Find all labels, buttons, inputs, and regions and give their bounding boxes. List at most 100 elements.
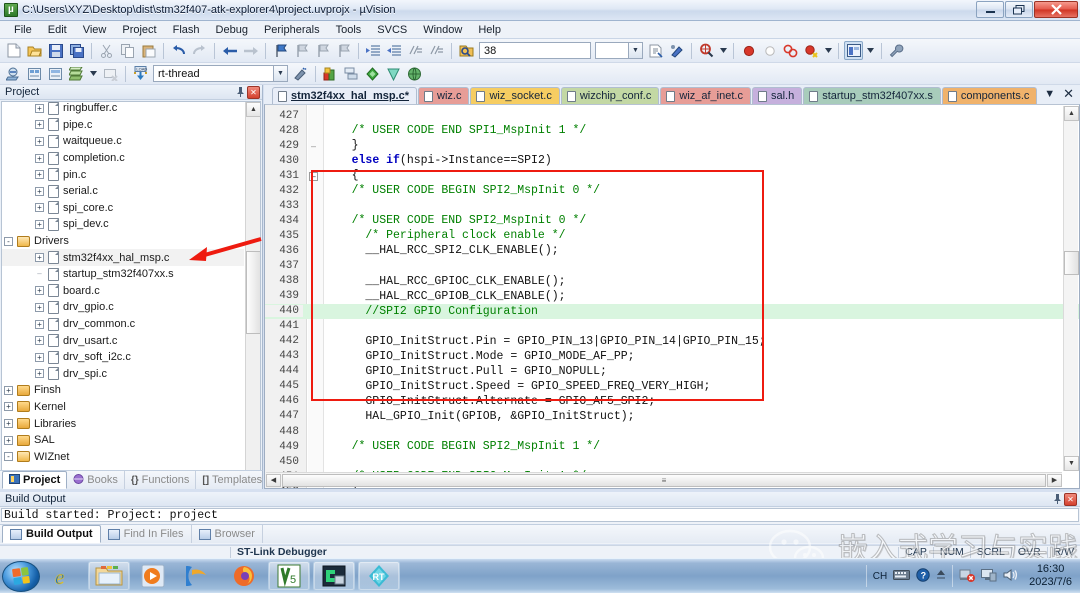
tree-item[interactable]: - Drivers — [2, 233, 244, 250]
fold-end-marker[interactable]: – — [303, 141, 324, 151]
breakpoint-disable-icon[interactable] — [760, 41, 779, 60]
pin-icon[interactable] — [1051, 493, 1064, 506]
maximize-button[interactable] — [1005, 1, 1033, 18]
editor-tab[interactable]: stm32f4xx_hal_msp.c* — [272, 87, 418, 104]
target-options-icon[interactable] — [291, 64, 310, 83]
menu-flash[interactable]: Flash — [165, 23, 208, 37]
close-icon[interactable]: ✕ — [247, 85, 260, 99]
rebuild-icon[interactable] — [46, 64, 65, 83]
tree-item[interactable]: + drv_spi.c — [2, 366, 244, 383]
tree-item[interactable]: + stm32f4xx_hal_msp.c — [2, 249, 244, 266]
indent-icon[interactable] — [364, 41, 383, 60]
tree-item[interactable]: + Kernel — [2, 399, 244, 416]
expand-icon[interactable]: + — [35, 170, 44, 180]
code-line[interactable]: 432 /* USER CODE BEGIN SPI2_MspInit 0 */ — [265, 183, 1079, 198]
editor-tab[interactable]: wiz_af_inet.c — [660, 87, 751, 104]
code-line[interactable]: 449 /* USER CODE BEGIN SPI2_MspInit 1 */ — [265, 439, 1079, 454]
bookmark-clear-icon[interactable] — [334, 41, 353, 60]
collapse-icon[interactable]: - — [4, 452, 13, 462]
menu-edit[interactable]: Edit — [40, 23, 75, 37]
code-line[interactable]: 427 — [265, 108, 1079, 123]
tree-item[interactable]: + spi_dev.c — [2, 216, 244, 233]
scroll-thumb[interactable] — [1064, 251, 1079, 275]
scroll-up-arrow-icon[interactable]: ▲ — [246, 102, 260, 117]
tree-item[interactable]: – startup_stm32f407xx.s — [2, 266, 244, 283]
outdent-icon[interactable] — [385, 41, 404, 60]
comment-icon[interactable] — [406, 41, 425, 60]
expand-icon[interactable]: + — [4, 385, 13, 395]
tab-build-output[interactable]: Build Output — [2, 525, 101, 543]
expand-icon[interactable]: + — [35, 302, 44, 312]
taskbar-media-player-icon[interactable] — [133, 561, 175, 591]
expand-icon[interactable]: + — [4, 402, 13, 412]
paste-icon[interactable] — [139, 41, 158, 60]
menu-project[interactable]: Project — [114, 23, 164, 37]
tree-item[interactable]: + serial.c — [2, 183, 244, 200]
tree-item[interactable]: + waitqueue.c — [2, 133, 244, 150]
batch-build-icon[interactable] — [67, 64, 86, 83]
multi-project-icon[interactable] — [342, 64, 361, 83]
find-target-icon[interactable] — [697, 41, 716, 60]
code-line[interactable]: 450 — [265, 454, 1079, 469]
volume-icon[interactable] — [1003, 568, 1019, 585]
manage-components-icon[interactable] — [321, 64, 340, 83]
redo-icon[interactable] — [190, 41, 209, 60]
scroll-down-arrow-icon[interactable]: ▼ — [1064, 456, 1079, 471]
code-line[interactable]: 433 — [265, 198, 1079, 213]
expand-icon[interactable]: + — [4, 435, 13, 445]
save-all-icon[interactable] — [67, 41, 86, 60]
code-line[interactable]: 447 HAL_GPIO_Init(GPIOB, &GPIO_InitStruc… — [265, 409, 1079, 424]
code-line[interactable]: 441 — [265, 319, 1079, 334]
menu-view[interactable]: View — [75, 23, 115, 37]
manage-runtime-icon[interactable] — [405, 64, 424, 83]
editor-tab[interactable]: startup_stm32f407xx.s — [803, 87, 941, 104]
code-line[interactable]: 444 GPIO_InitStruct.Pull = GPIO_NOPULL; — [265, 364, 1079, 379]
find-scope-dropdown[interactable]: ▼ — [595, 42, 643, 59]
undo-icon[interactable] — [169, 41, 188, 60]
tree-item[interactable]: + pin.c — [2, 166, 244, 183]
scroll-thumb[interactable] — [246, 251, 260, 334]
panel-tab-project[interactable]: Project — [2, 471, 68, 489]
bookmark-next-icon[interactable] — [313, 41, 332, 60]
expand-icon[interactable]: + — [35, 120, 44, 130]
expand-icon[interactable]: + — [35, 336, 44, 346]
close-icon[interactable]: ✕ — [1064, 492, 1077, 506]
taskbar-internet-explorer-icon[interactable]: e — [43, 561, 85, 591]
tree-item[interactable]: - WIZnet — [2, 448, 244, 465]
menu-debug[interactable]: Debug — [208, 23, 256, 37]
taskbar-terminal-icon[interactable] — [313, 561, 355, 591]
target-selector[interactable]: rt-thread ▼ — [153, 65, 288, 82]
keyboard-icon[interactable] — [893, 569, 911, 584]
code-line[interactable]: 436 __HAL_RCC_SPI2_CLK_ENABLE(); — [265, 243, 1079, 258]
expand-icon[interactable]: + — [35, 136, 44, 146]
expand-icon[interactable]: + — [35, 369, 44, 379]
code-line[interactable]: 439 __HAL_RCC_GPIOB_CLK_ENABLE(); — [265, 289, 1079, 304]
expand-icon[interactable]: + — [35, 352, 44, 362]
tab-find-in-files[interactable]: Find In Files — [101, 525, 192, 543]
scroll-left-arrow-icon[interactable]: ◀ — [266, 473, 281, 487]
window-layout-icon[interactable] — [844, 41, 863, 60]
ime-indicator[interactable]: CH — [873, 571, 887, 582]
expand-icon[interactable]: + — [35, 253, 44, 263]
taskbar-firefox-icon[interactable] — [223, 561, 265, 591]
tree-item[interactable]: + spi_core.c — [2, 200, 244, 217]
new-file-icon[interactable] — [4, 41, 23, 60]
configuration-wizard-icon[interactable] — [384, 64, 403, 83]
tree-item[interactable]: + completion.c — [2, 150, 244, 167]
code-line[interactable]: 442 GPIO_InitStruct.Pin = GPIO_PIN_13|GP… — [265, 334, 1079, 349]
code-line[interactable]: 443 GPIO_InitStruct.Mode = GPIO_MODE_AF_… — [265, 349, 1079, 364]
bookmark-prev-icon[interactable] — [292, 41, 311, 60]
chevron-down-icon[interactable] — [823, 41, 833, 60]
tree-item[interactable]: + drv_soft_i2c.c — [2, 349, 244, 366]
expand-icon[interactable]: + — [35, 103, 44, 113]
navigate-forward-icon[interactable] — [241, 41, 260, 60]
editor-tab[interactable]: wizchip_conf.c — [560, 87, 660, 104]
code-line[interactable]: 440 //SPI2 GPIO Configuration — [265, 303, 1079, 319]
fold-collapse-icon[interactable]: – — [303, 171, 324, 181]
start-button[interactable] — [2, 560, 40, 592]
tree-item[interactable]: + ringbuffer.c — [2, 102, 244, 117]
chevron-down-icon[interactable] — [718, 41, 728, 60]
code-line[interactable]: 445 GPIO_InitStruct.Speed = GPIO_SPEED_F… — [265, 379, 1079, 394]
tree-item[interactable]: + drv_common.c — [2, 316, 244, 333]
panel-tab-templates[interactable]: [] Templates — [196, 471, 270, 489]
